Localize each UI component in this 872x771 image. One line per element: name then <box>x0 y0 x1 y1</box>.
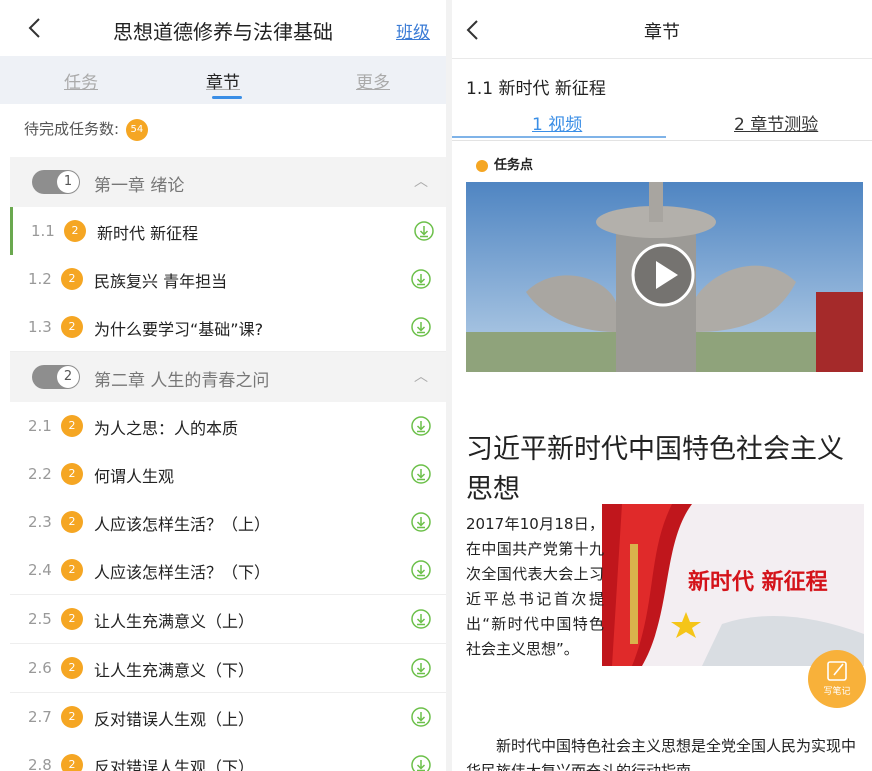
tab-video[interactable]: 1 视频 <box>532 110 582 135</box>
item-title: 让人生充满意义（上） <box>94 612 255 631</box>
image-caption: 新时代 新征程 <box>688 570 828 595</box>
task-badge: 2 <box>61 754 83 771</box>
item-number: 2.6 <box>28 659 52 677</box>
course-title: 思想道德修养与法律基础 <box>113 20 333 44</box>
download-icon[interactable] <box>410 316 432 338</box>
list-item[interactable]: 2.6 2 让人生充满意义（下） <box>10 644 446 693</box>
article-paragraph: 新时代中国特色社会主义思想是全党全国人民为实现中华民族伟大复兴而奋斗的行动指南 <box>466 737 857 771</box>
pending-count-badge: 54 <box>125 118 148 141</box>
task-badge: 2 <box>61 316 83 338</box>
left-tab-bar: 任务 章节 更多 <box>0 56 446 104</box>
list-item[interactable]: 2.3 2 人应该怎样生活？（上） <box>10 498 446 547</box>
edit-note-icon <box>827 661 847 681</box>
list-item[interactable]: 1.2 2 民族复兴 青年担当 <box>10 255 446 304</box>
item-number: 2.8 <box>28 756 52 771</box>
download-icon[interactable] <box>410 754 432 771</box>
left-header: 思想道德修养与法律基础 班级 <box>0 0 446 56</box>
task-badge: 2 <box>61 415 83 437</box>
right-header: 章节 <box>452 0 872 59</box>
task-badge: 2 <box>61 657 83 679</box>
pending-label: 待完成任务数: <box>24 120 120 138</box>
chapter-index: 2 <box>57 366 79 388</box>
active-tab-indicator <box>452 136 666 138</box>
task-badge: 2 <box>61 559 83 581</box>
list-item[interactable]: 2.5 2 让人生充满意义（上） <box>10 595 446 644</box>
item-title: 反对错误人生观（上） <box>94 710 255 729</box>
list-item[interactable]: 2.4 2 人应该怎样生活？（下） <box>10 546 446 595</box>
write-note-label: 写笔记 <box>823 687 851 697</box>
item-number: 2.3 <box>28 513 52 531</box>
pending-tasks: 待完成任务数: 54 <box>24 118 148 141</box>
item-number: 2.5 <box>28 610 52 628</box>
download-icon[interactable] <box>410 463 432 485</box>
item-title: 让人生充满意义（下） <box>94 661 255 680</box>
tab-more[interactable]: 更多 <box>356 68 390 93</box>
download-icon[interactable] <box>410 415 432 437</box>
item-title: 人应该怎样生活？（下） <box>94 563 271 582</box>
article-title: 习近平新时代中国特色社会主义思想 <box>466 434 844 505</box>
task-badge: 2 <box>61 463 83 485</box>
task-point-dot-icon <box>476 159 488 172</box>
chevron-up-icon[interactable]: ︿ <box>414 171 428 191</box>
tab-chapter-quiz[interactable]: 2 章节测验 <box>734 110 818 135</box>
chapter-index: 1 <box>57 171 79 193</box>
download-icon[interactable] <box>410 511 432 533</box>
item-title: 为什么要学习“基础”课? <box>94 320 264 339</box>
list-item[interactable]: 2.1 2 为人之思：人的本质 <box>10 402 446 451</box>
chapter-toggle[interactable]: 1 <box>32 170 80 194</box>
task-point: 任务点 <box>476 154 533 173</box>
page-title: 章节 <box>644 22 680 43</box>
task-badge: 2 <box>61 608 83 630</box>
item-number: 1.1 <box>31 222 55 240</box>
item-title: 为人之思：人的本质 <box>94 419 239 438</box>
download-icon[interactable] <box>410 706 432 728</box>
item-number: 2.2 <box>28 465 52 483</box>
video-player[interactable] <box>466 182 863 372</box>
item-number: 2.1 <box>28 417 52 435</box>
task-point-label: 任务点 <box>494 158 534 173</box>
task-badge: 2 <box>64 220 86 242</box>
chapter-title: 第一章 绪论 <box>94 176 185 196</box>
list-item[interactable]: 2.7 2 反对错误人生观（上） <box>10 693 446 742</box>
chapter-header-1[interactable]: 1 第一章 绪论 ︿ <box>10 157 446 207</box>
chapter-list-panel: 思想道德修养与法律基础 班级 任务 章节 更多 待完成任务数: 54 1 第一章… <box>0 0 446 771</box>
item-title: 反对错误人生观（下） <box>94 758 255 771</box>
task-badge: 2 <box>61 511 83 533</box>
article-text: 2017年10月18日，在中国共产党第十九次全国代表大会上习近平总书记首次提出“… <box>466 515 604 658</box>
item-title: 民族复兴 青年担当 <box>94 272 228 291</box>
download-icon[interactable] <box>410 608 432 630</box>
item-title: 何谓人生观 <box>94 467 175 486</box>
chapter-content-panel: 章节 1.1 新时代 新征程 1 视频 2 章节测验 任务点 习近平新时代中国特… <box>452 0 872 771</box>
list-item[interactable]: 2.2 2 何谓人生观 <box>10 450 446 499</box>
active-tab-indicator <box>212 96 242 99</box>
download-icon[interactable] <box>413 220 435 242</box>
item-title: 人应该怎样生活？（上） <box>94 515 271 534</box>
tab-tasks[interactable]: 任务 <box>64 68 98 93</box>
download-icon[interactable] <box>410 657 432 679</box>
item-title: 新时代 新征程 <box>97 224 199 243</box>
chevron-up-icon[interactable]: ︿ <box>414 366 428 386</box>
article-image: 新时代 新征程 <box>602 504 864 666</box>
task-badge: 2 <box>61 706 83 728</box>
chapter-toggle[interactable]: 2 <box>32 365 80 389</box>
write-note-button[interactable]: 写笔记 <box>808 650 866 708</box>
chapter-header-2[interactable]: 2 第二章 人生的青春之问 ︿ <box>10 352 446 402</box>
class-link[interactable]: 班级 <box>396 18 430 43</box>
list-item[interactable]: 2.8 2 反对错误人生观（下） <box>10 741 446 771</box>
task-badge: 2 <box>61 268 83 290</box>
play-icon[interactable] <box>630 242 696 308</box>
section-title: 1.1 新时代 新征程 <box>466 79 606 99</box>
item-number: 2.7 <box>28 708 52 726</box>
download-icon[interactable] <box>410 268 432 290</box>
item-number: 1.3 <box>28 318 52 336</box>
tab-chapters[interactable]: 章节 <box>206 68 240 93</box>
list-item[interactable]: 1.1 2 新时代 新征程 <box>10 207 446 256</box>
item-number: 2.4 <box>28 561 52 579</box>
list-item[interactable]: 1.3 2 为什么要学习“基础”课? <box>10 303 446 352</box>
chapter-title: 第二章 人生的青春之问 <box>94 371 270 391</box>
item-number: 1.2 <box>28 270 52 288</box>
download-icon[interactable] <box>410 559 432 581</box>
